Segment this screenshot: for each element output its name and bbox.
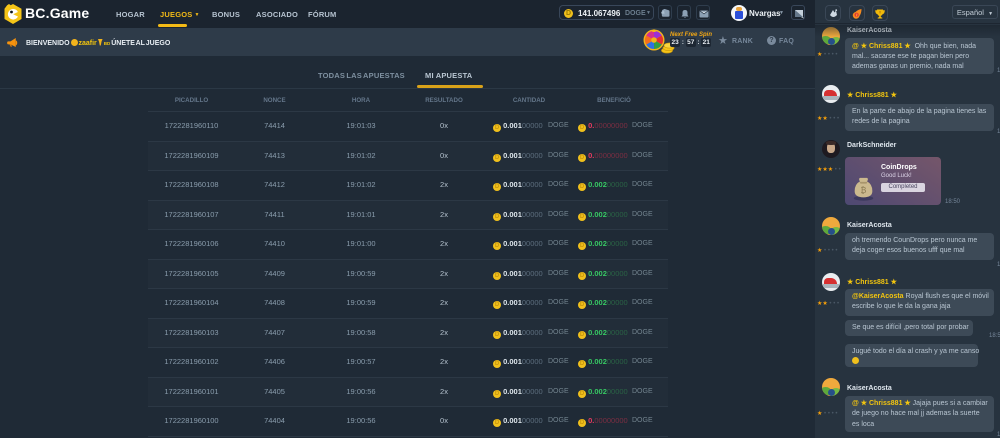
svg-text:₿: ₿ [861,186,867,195]
